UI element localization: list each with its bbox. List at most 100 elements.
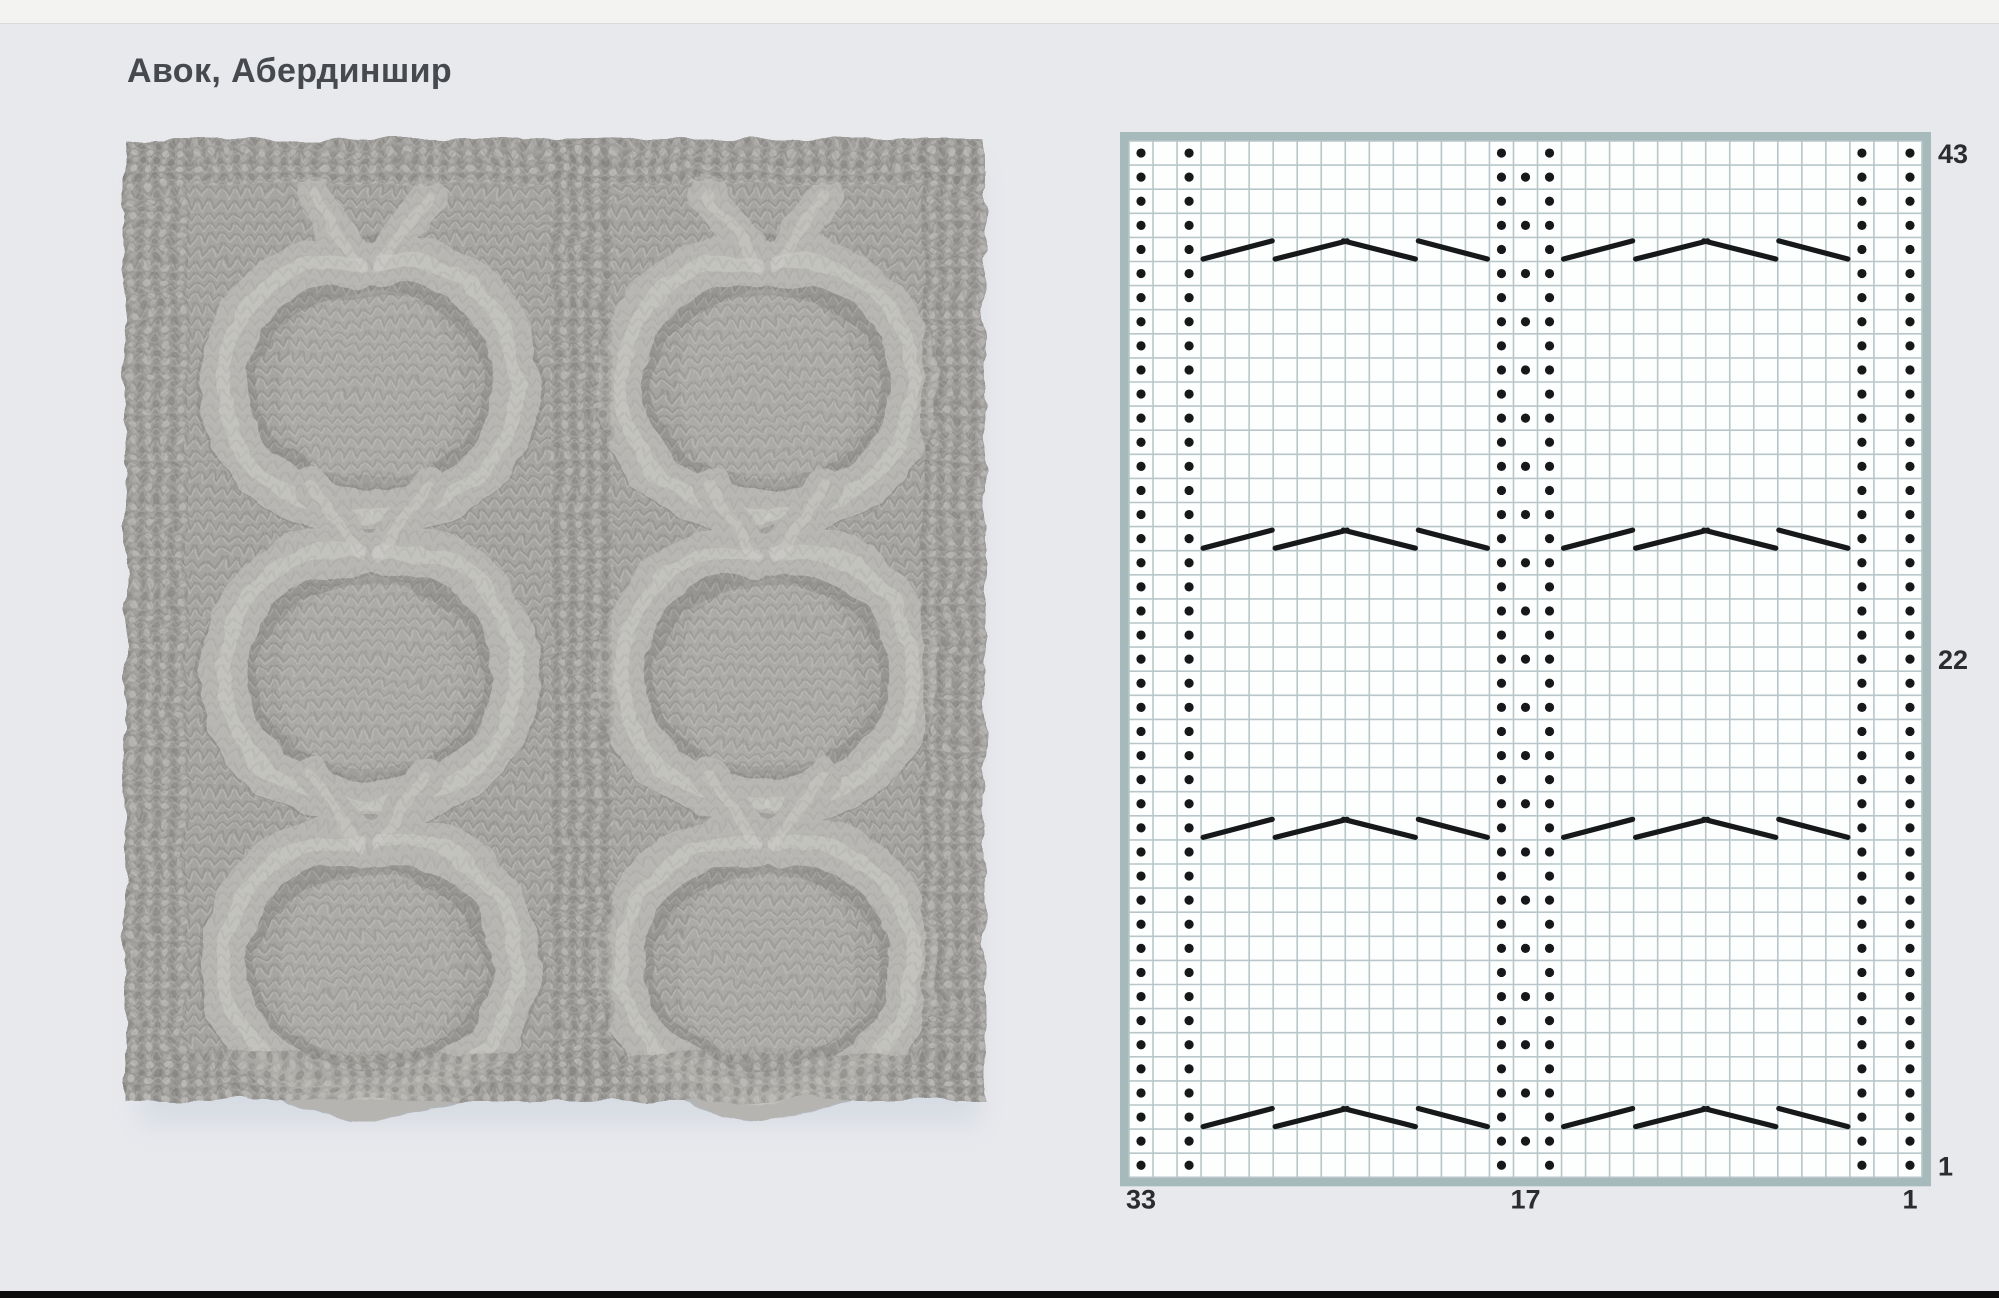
purl-dot xyxy=(1520,461,1531,471)
purl-dot xyxy=(1136,967,1146,978)
purl-dot xyxy=(1544,606,1555,616)
purl-dot xyxy=(1184,967,1194,978)
purl-dot xyxy=(1857,1040,1867,1050)
purl-dot xyxy=(1905,606,1915,616)
purl-dot xyxy=(1496,461,1507,471)
purl-dot xyxy=(1496,148,1507,158)
purl-dot xyxy=(1544,413,1555,423)
purl-dot xyxy=(1184,991,1194,1002)
purl-dot xyxy=(1857,871,1867,881)
purl-dot xyxy=(1905,268,1915,279)
purl-dot xyxy=(1496,654,1507,664)
purl-dot xyxy=(1544,148,1555,158)
purl-dot xyxy=(1184,534,1194,544)
purl-dot xyxy=(1496,485,1507,496)
purl-dot xyxy=(1544,1088,1555,1098)
purl-dot xyxy=(1496,196,1507,206)
purl-dot xyxy=(1184,389,1194,399)
purl-dot xyxy=(1520,317,1531,327)
purl-dot xyxy=(1136,268,1146,279)
purl-dot xyxy=(1905,365,1915,375)
purl-dot xyxy=(1184,943,1194,953)
purl-dot xyxy=(1184,365,1194,375)
purl-dot xyxy=(1496,726,1507,737)
purl-dot xyxy=(1520,606,1531,616)
purl-dot xyxy=(1857,558,1867,568)
purl-dot xyxy=(1905,991,1915,1002)
purl-dot xyxy=(1184,1112,1194,1122)
purl-dot xyxy=(1520,943,1531,953)
swatch-photo xyxy=(105,125,1005,1165)
purl-dot xyxy=(1184,847,1194,857)
purl-dot xyxy=(1136,702,1146,712)
purl-dot xyxy=(1905,847,1915,857)
purl-dot xyxy=(1905,823,1915,833)
purl-dot xyxy=(1184,630,1194,640)
purl-dot xyxy=(1136,1040,1146,1050)
row-label-43: 43 xyxy=(1938,139,1968,169)
purl-dot xyxy=(1136,244,1146,255)
purl-dot xyxy=(1544,244,1555,255)
purl-dot xyxy=(1136,148,1146,158)
purl-dot xyxy=(1136,1160,1146,1170)
purl-dot xyxy=(1496,967,1507,978)
purl-dot xyxy=(1857,823,1867,833)
purl-dot xyxy=(1905,317,1915,327)
purl-dot xyxy=(1544,172,1555,182)
purl-dot xyxy=(1496,389,1507,399)
purl-dot xyxy=(1184,558,1194,568)
purl-dot xyxy=(1857,534,1867,544)
purl-dot xyxy=(1544,220,1555,230)
purl-dot xyxy=(1520,991,1531,1002)
purl-dot xyxy=(1857,220,1867,230)
purl-dot xyxy=(1905,220,1915,230)
purl-dot xyxy=(1857,895,1867,905)
purl-dot xyxy=(1496,534,1507,544)
purl-dot xyxy=(1136,582,1146,592)
purl-dot xyxy=(1857,317,1867,327)
purl-dot xyxy=(1905,750,1915,761)
purl-dot xyxy=(1136,1064,1146,1074)
purl-dot xyxy=(1857,919,1867,929)
purl-dot xyxy=(1905,654,1915,664)
purl-dot xyxy=(1184,461,1194,471)
purl-dot xyxy=(1496,582,1507,592)
purl-dot xyxy=(1857,967,1867,978)
purl-dot xyxy=(1857,582,1867,592)
purl-dot xyxy=(1544,196,1555,206)
purl-dot xyxy=(1520,220,1531,230)
purl-dot xyxy=(1544,1160,1555,1170)
purl-dot xyxy=(1496,268,1507,279)
purl-dot xyxy=(1544,799,1555,809)
purl-dot xyxy=(1496,606,1507,616)
purl-dot xyxy=(1520,799,1531,809)
purl-dot xyxy=(1184,244,1194,255)
purl-dot xyxy=(1496,1088,1507,1098)
purl-dot xyxy=(1544,509,1555,520)
purl-dot xyxy=(1544,895,1555,905)
purl-dot xyxy=(1857,341,1867,351)
purl-dot xyxy=(1184,317,1194,327)
purl-dot xyxy=(1905,895,1915,905)
purl-dot xyxy=(1496,750,1507,761)
purl-dot xyxy=(1857,1160,1867,1170)
purl-dot xyxy=(1857,509,1867,520)
purl-dot xyxy=(1905,726,1915,737)
purl-dot xyxy=(1496,871,1507,881)
page-bottom-bar xyxy=(0,1291,1999,1298)
purl-dot xyxy=(1496,244,1507,255)
purl-dot xyxy=(1905,630,1915,640)
purl-dot xyxy=(1136,799,1146,809)
purl-dot xyxy=(1544,461,1555,471)
purl-dot xyxy=(1136,775,1146,785)
purl-dot xyxy=(1857,678,1867,688)
purl-dot xyxy=(1905,461,1915,471)
purl-dot xyxy=(1184,509,1194,520)
purl-dot xyxy=(1184,293,1194,303)
purl-dot xyxy=(1520,1088,1531,1098)
purl-dot xyxy=(1544,630,1555,640)
purl-dot xyxy=(1184,919,1194,929)
purl-dot xyxy=(1496,1112,1507,1122)
purl-dot xyxy=(1496,775,1507,785)
purl-dot xyxy=(1857,847,1867,857)
